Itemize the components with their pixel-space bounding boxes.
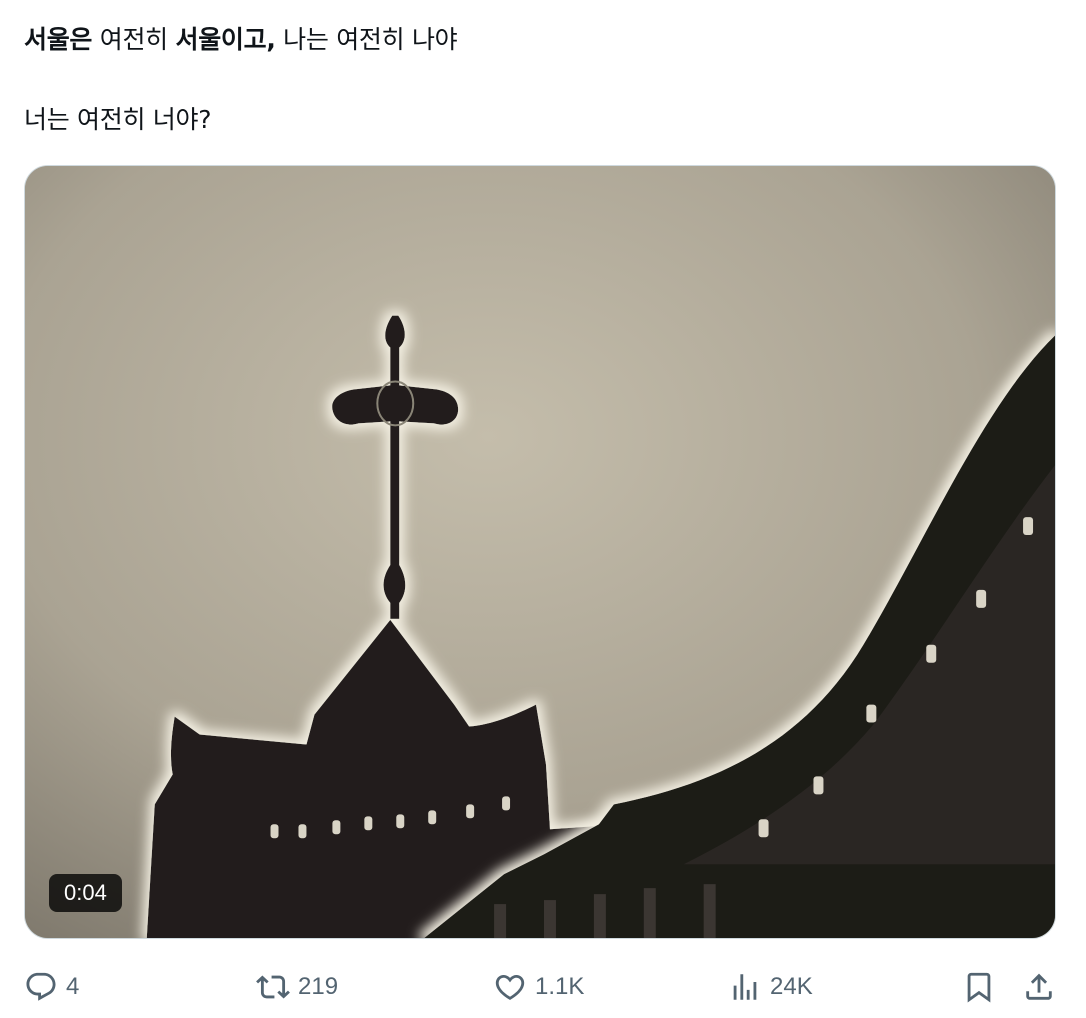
tweet-line-1: 서울은 여전히 서울이고, 나는 여전히 나야 [24,18,1054,62]
heart-icon [495,974,525,1000]
video-thumbnail [25,166,1055,938]
reply-button[interactable]: 4 [24,963,79,1011]
retweet-count: 219 [298,973,339,1000]
tweet-line-2: 너는 여전히 너야? [24,105,212,134]
views-button[interactable]: 24K [728,963,813,1011]
tweet-text-part-2: 나는 여전히 나야 [275,25,458,54]
tweet-bold-seoul: 서울은 [24,25,93,54]
retweet-button[interactable]: 219 [256,963,338,1011]
video-duration: 0:04 [49,874,122,912]
bookmark-button[interactable] [962,963,996,1011]
views-icon [733,974,757,1000]
tweet-text: 서울은 여전히 서울이고, 나는 여전히 나야 너는 여전히 너야? [24,18,1054,142]
share-icon [1026,973,1052,1000]
retweet-icon [256,975,290,999]
reply-count: 4 [66,973,80,1000]
views-count: 24K [770,973,813,1000]
reply-icon [26,972,56,1001]
tweet-text-part: 여전히 [92,25,176,54]
tweet-bold-seoul-2: 서울이고, [175,25,276,54]
tweet-actions: 4 219 1.1K 24K [0,963,1086,1013]
like-count: 1.1K [535,973,585,1000]
share-button[interactable] [1022,963,1056,1011]
like-button[interactable]: 1.1K [493,963,584,1011]
bookmark-icon [967,972,991,1003]
video-player[interactable]: 0:04 [24,165,1056,939]
